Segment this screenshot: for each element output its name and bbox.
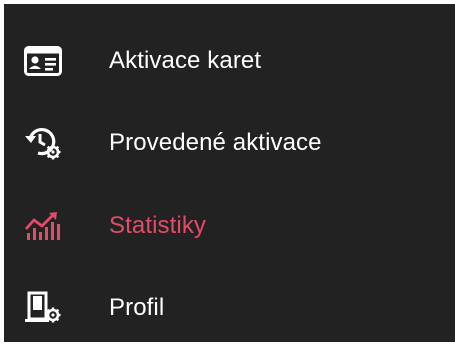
menu-item-label: Statistiky — [109, 212, 207, 239]
history-settings-icon — [24, 126, 62, 160]
id-card-icon — [24, 44, 62, 78]
menu-item-statistiky[interactable]: Statistiky — [4, 184, 455, 268]
menu-item-provedene-aktivace[interactable]: Provedené aktivace — [4, 101, 455, 185]
menu-item-profil[interactable]: Profil — [4, 266, 455, 350]
menu-item-aktivace-karet[interactable]: Aktivace karet — [4, 19, 455, 103]
profile-settings-icon — [24, 291, 62, 325]
menu-item-label: Profil — [109, 294, 165, 321]
menu-item-label: Provedené aktivace — [109, 129, 322, 156]
chart-icon — [24, 209, 62, 243]
menu-item-label: Aktivace karet — [109, 47, 262, 74]
side-menu: Aktivace karet Provedené aktivace Statis… — [4, 4, 455, 342]
